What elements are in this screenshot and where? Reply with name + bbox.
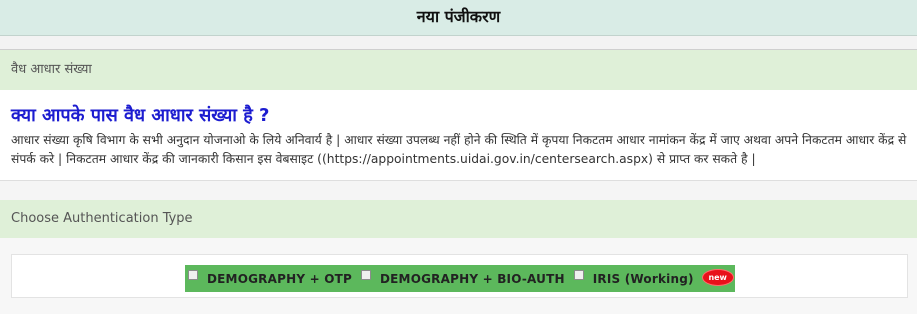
auth-option-demography-bioauth[interactable]: DEMOGRAPHY + BIO-AUTH: [361, 269, 574, 286]
divider: [0, 36, 917, 50]
auth-option-label: IRIS (Working): [592, 271, 694, 286]
divider: [0, 180, 917, 200]
auth-section-heading: Choose Authentication Type: [0, 200, 917, 238]
aadhaar-question: क्या आपके पास वैध आधार संख्या है ?: [11, 105, 270, 126]
registration-page: नया पंजीकरण वैध आधार संख्या क्या आपके पा…: [0, 0, 917, 314]
demography-bioauth-checkbox[interactable]: [361, 269, 371, 280]
page-title: नया पंजीकरण: [0, 0, 917, 36]
auth-option-iris[interactable]: IRIS (Working): [573, 269, 703, 286]
auth-option-label: DEMOGRAPHY + BIO-AUTH: [380, 271, 565, 286]
auth-option-demography-otp[interactable]: DEMOGRAPHY + OTP: [188, 269, 361, 286]
auth-option-label: DEMOGRAPHY + OTP: [207, 271, 352, 286]
aadhaar-info-panel: क्या आपके पास वैध आधार संख्या है ? आधार …: [0, 90, 917, 180]
aadhaar-description: आधार संख्या कृषि विभाग के सभी अनुदान योज…: [11, 133, 907, 166]
iris-checkbox[interactable]: [573, 269, 584, 280]
aadhaar-section-heading: वैध आधार संख्या: [0, 50, 917, 90]
auth-options-bar: DEMOGRAPHY + OTP DEMOGRAPHY + BIO-AUTH I…: [185, 265, 735, 292]
new-badge-icon: new: [702, 270, 733, 285]
demography-otp-checkbox[interactable]: [188, 269, 198, 280]
